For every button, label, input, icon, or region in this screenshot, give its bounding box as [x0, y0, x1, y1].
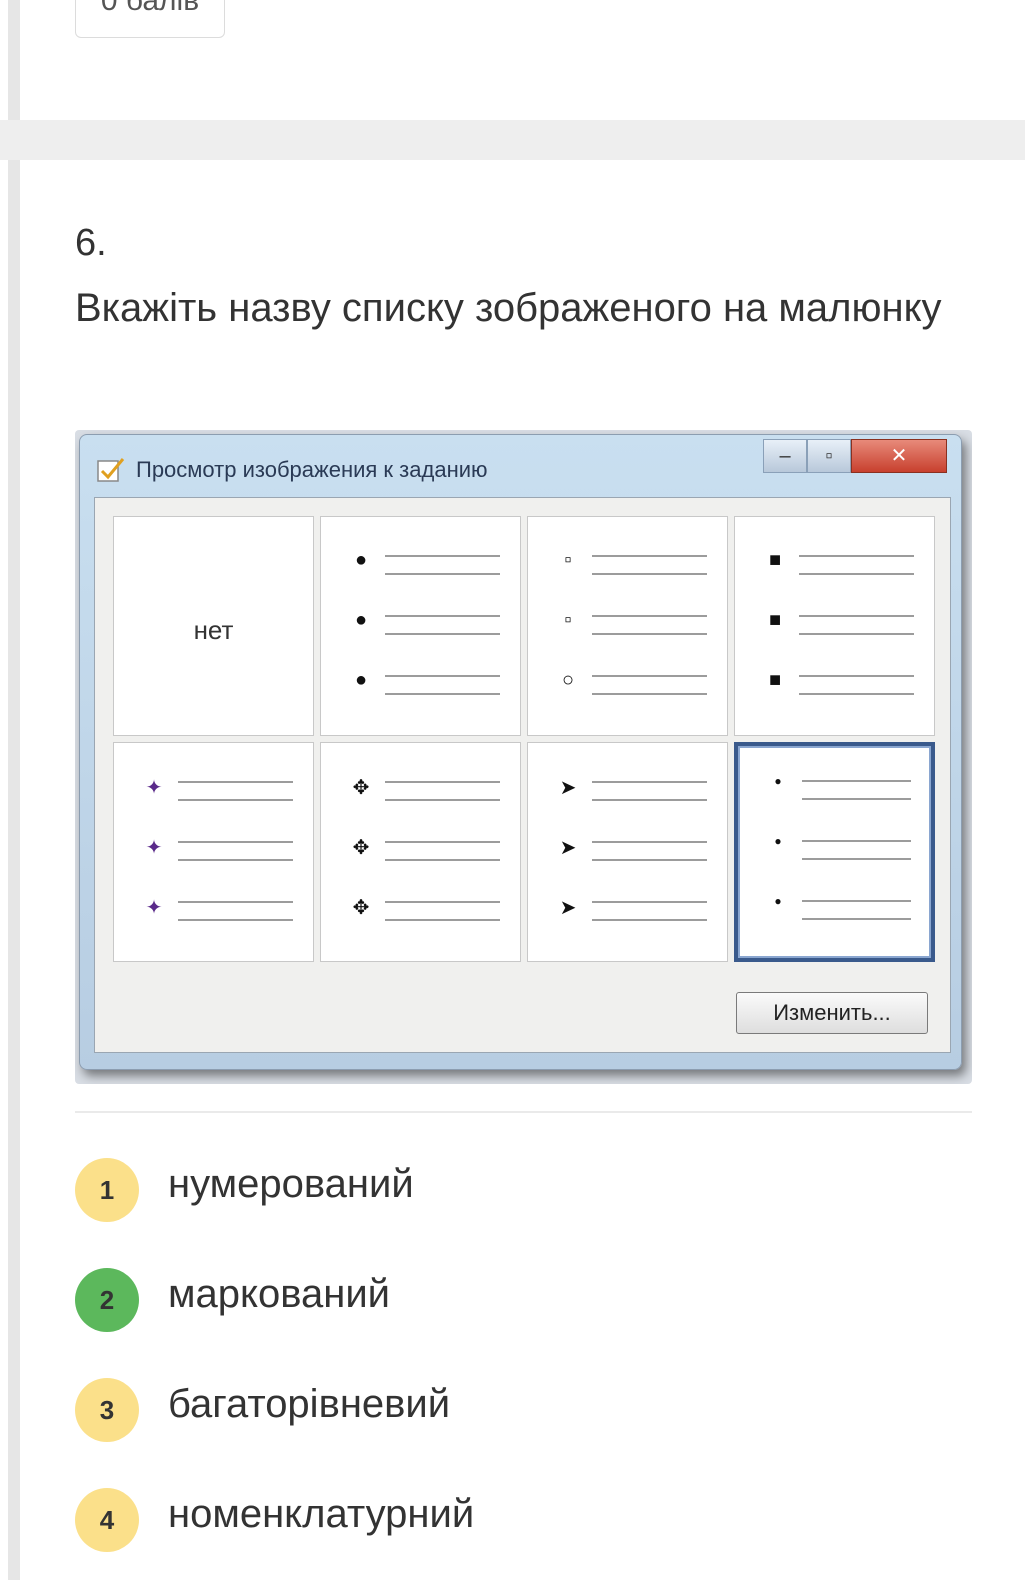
bullet-square-icon: ■	[768, 669, 782, 691]
bullet-style-none[interactable]: нет	[113, 516, 314, 736]
close-icon[interactable]: ✕	[851, 439, 947, 473]
bullet-hollow-square-icon: ▫	[564, 609, 572, 631]
change-button[interactable]: Изменить...	[736, 992, 928, 1034]
question-number: 6.	[75, 222, 107, 264]
bullet-arrow-icon: ➤	[559, 897, 577, 919]
bullet-four-arrows-icon: ✥	[352, 897, 370, 919]
answer-option-2[interactable]: 2 маркований	[75, 1266, 975, 1376]
bullet-dot-icon: ●	[354, 609, 368, 631]
bullet-style-pin[interactable]: ✦ ✦ ✦	[113, 742, 314, 962]
answer-number-badge: 1	[75, 1158, 139, 1222]
window-controls: – ▫ ✕	[763, 439, 947, 475]
bullet-hollow-square-icon: ▫	[564, 549, 572, 571]
question-image: Просмотр изображения к заданию – ▫ ✕ нет…	[75, 430, 972, 1084]
bullet-small-dot-icon: ●	[774, 774, 782, 788]
bullet-four-arrows-icon: ✥	[352, 837, 370, 859]
bullet-small-dot-icon: ●	[774, 894, 782, 908]
answer-option-4[interactable]: 4 номенклатурний	[75, 1486, 975, 1580]
answer-text: багаторівневий	[168, 1382, 451, 1426]
bullet-dot-icon: ●	[354, 669, 368, 691]
answer-text: номенклатурний	[168, 1492, 475, 1536]
bullet-arrow-icon: ➤	[559, 777, 577, 799]
maximize-icon[interactable]: ▫	[807, 439, 851, 473]
dialog-title: Просмотр изображения к заданию	[136, 457, 488, 482]
answer-option-1[interactable]: 1 нумерований	[75, 1156, 975, 1266]
previous-question-card: 0 балів	[0, 0, 1025, 120]
bullet-arrow-icon: ➤	[559, 837, 577, 859]
minimize-icon[interactable]: –	[763, 439, 807, 473]
bullet-pin-icon: ✦	[145, 837, 163, 859]
bullet-dot-icon: ●	[354, 549, 368, 571]
answer-list: 1 нумерований 2 маркований 3 багаторівне…	[75, 1156, 975, 1580]
bullet-style-four-arrows[interactable]: ✥ ✥ ✥	[320, 742, 521, 962]
dialog-window: Просмотр изображения к заданию – ▫ ✕ нет…	[79, 434, 962, 1070]
bullet-style-dot[interactable]: ● ● ●	[320, 516, 521, 736]
question-text: Вкажіть назву списку зображеного на малю…	[75, 286, 942, 330]
divider	[75, 1111, 972, 1113]
answer-option-3[interactable]: 3 багаторівневий	[75, 1376, 975, 1486]
dialog-body: нет ● ● ● ▫ ▫ ○ ■ ■ ■ ✦ ✦ ✦ ✥ ✥ ✥ ➤ ➤ ➤ …	[94, 497, 951, 1053]
bullet-style-grid: нет ● ● ● ▫ ▫ ○ ■ ■ ■ ✦ ✦ ✦ ✥ ✥ ✥ ➤ ➤ ➤ …	[113, 516, 935, 962]
bullet-square-icon: ■	[768, 549, 782, 571]
bullet-style-hollow[interactable]: ▫ ▫ ○	[527, 516, 728, 736]
bullet-pin-icon: ✦	[145, 777, 163, 799]
bullet-square-icon: ■	[768, 609, 782, 631]
bullet-four-arrows-icon: ✥	[352, 777, 370, 799]
bullet-style-small-dot-selected[interactable]: ● ● ●	[734, 742, 935, 962]
bullet-small-dot-icon: ●	[774, 834, 782, 848]
score-badge: 0 балів	[75, 0, 225, 38]
answer-text: нумерований	[168, 1162, 414, 1206]
answer-number-badge: 4	[75, 1488, 139, 1552]
none-label: нет	[193, 615, 234, 645]
answer-number-badge: 3	[75, 1378, 139, 1442]
bullet-pin-icon: ✦	[145, 897, 163, 919]
answer-text: маркований	[168, 1272, 391, 1316]
bullet-hollow-circle-icon: ○	[561, 669, 575, 691]
bullet-style-square[interactable]: ■ ■ ■	[734, 516, 935, 736]
checkmark-icon	[97, 458, 125, 482]
answer-number-badge: 2	[75, 1268, 139, 1332]
bullet-style-arrow[interactable]: ➤ ➤ ➤	[527, 742, 728, 962]
